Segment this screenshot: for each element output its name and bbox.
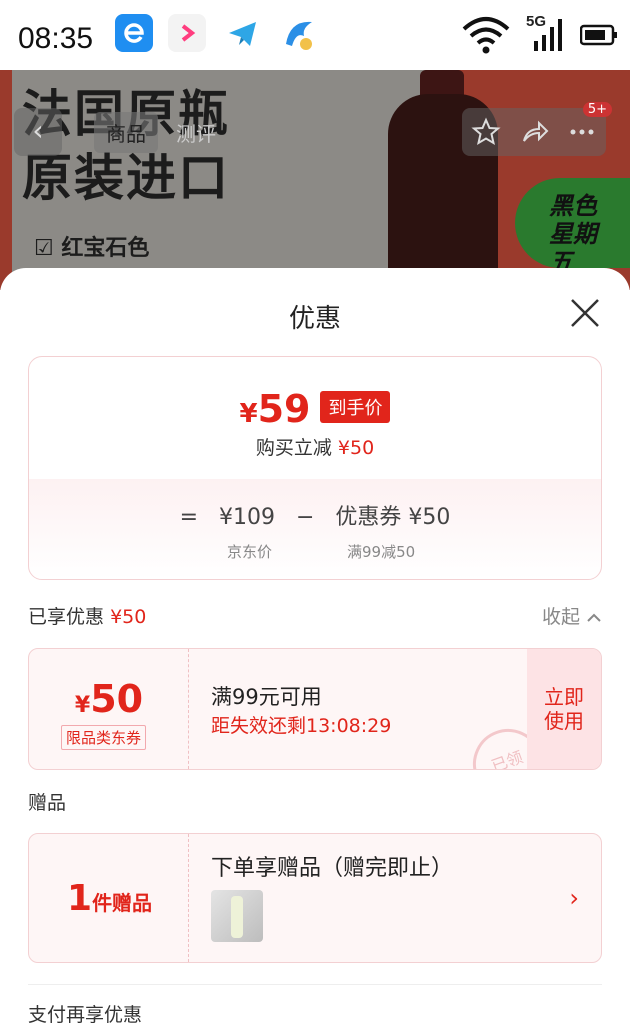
chevron-left-icon: ‹ — [32, 114, 44, 147]
enjoyed-label: 已享优惠 — [28, 606, 105, 628]
back-button[interactable]: ‹ — [14, 108, 62, 156]
promo-badge: 黑色星期五 — [515, 178, 630, 276]
gift-bottle-image — [231, 896, 243, 938]
final-price: ¥59 到手价 — [29, 387, 601, 431]
product-nav-bar: ‹ 商品 测评 5+ — [14, 102, 612, 156]
coupon-category-limit: 限品类东券 — [61, 725, 147, 750]
collapse-label: 收起 — [541, 606, 580, 628]
wifi-icon — [462, 17, 510, 54]
gift-header: 赠品 — [28, 792, 67, 814]
formula-equals: = — [179, 505, 199, 530]
star-icon[interactable] — [471, 117, 501, 147]
jd-price: ¥109 — [219, 505, 275, 530]
hero-check-text: 红宝石色 — [61, 236, 150, 261]
payment-discount-header: 支付再享优惠 — [28, 1004, 143, 1026]
share-icon[interactable] — [519, 117, 549, 147]
price-value: 59 — [257, 387, 311, 431]
reduction-amount: ¥50 — [337, 437, 375, 459]
dolphin-app-icon — [280, 14, 318, 52]
gift-count-unit: 件赠品 — [92, 891, 153, 915]
price-breakdown-card: ¥59 到手价 购买立减 ¥50 = ¥109 − 优惠券 ¥50 京东价 满99… — [28, 356, 602, 580]
enjoyed-discount-header: 已享优惠 ¥50 — [28, 602, 146, 629]
product-tabs: 商品 测评 — [94, 108, 228, 156]
gift-count-panel: 1件赠品 — [29, 834, 189, 962]
instant-reduction: 购买立减 ¥50 — [29, 433, 601, 460]
battery-icon — [580, 24, 617, 46]
reduction-label: 购买立减 — [255, 437, 332, 459]
use-coupon-button[interactable]: 立即 使用 — [527, 649, 601, 769]
checkbox-icon: ☑ — [34, 236, 62, 261]
coupon-value: 50 — [90, 677, 144, 721]
gift-thumbnail — [211, 890, 263, 942]
tab-review[interactable]: 测评 — [164, 112, 228, 153]
coupon-amount: ¥50 — [29, 677, 189, 721]
message-count-badge: 5+ — [582, 102, 612, 117]
coupon-card: ¥50 限品类东券 满99元可用 距失效还剩13:08:29 已领 立即 使用 — [28, 648, 602, 770]
video-app-icon — [168, 14, 206, 52]
status-bar: 08:35 5G — [0, 0, 630, 70]
cellular-signal-icon: 5G — [526, 13, 566, 55]
use-coupon-label-1: 立即 — [544, 685, 584, 709]
browser-app-icon — [115, 14, 153, 52]
jd-price-label: 京东价 — [227, 543, 273, 561]
price-currency: ¥ — [239, 399, 258, 429]
chevron-up-icon — [587, 613, 601, 622]
gift-count: 1件赠品 — [67, 878, 152, 919]
gift-count-number: 1 — [67, 878, 93, 919]
coupon-condition: 满99元可用 — [211, 685, 322, 709]
close-icon[interactable] — [568, 296, 602, 330]
final-price-tag: 到手价 — [320, 391, 391, 423]
coupon-expiry-countdown: 距失效还剩13:08:29 — [211, 715, 392, 737]
use-coupon-label-2: 使用 — [544, 709, 584, 733]
status-icons: 5G — [460, 12, 618, 58]
enjoyed-amount: ¥50 — [110, 606, 147, 628]
coupon-currency: ¥ — [74, 693, 91, 718]
discount-sheet: 优惠 ¥59 到手价 购买立减 ¥50 = ¥109 − 优惠券 ¥50 京东价 … — [0, 268, 630, 1028]
collapse-button[interactable]: 收起 — [542, 602, 602, 629]
coupon-value-panel: ¥50 限品类东券 — [29, 649, 189, 769]
product-hero-image: 法国原瓶 原装进口 ☑ 红宝石色 黑色星期五 — [0, 70, 630, 290]
hero-check-label: ☑ 红宝石色 — [34, 230, 149, 262]
section-divider — [28, 984, 602, 985]
formula-minus: − — [295, 505, 315, 530]
telegram-app-icon — [224, 14, 262, 52]
promo-badge-text: 黑色星期五 — [549, 192, 597, 276]
coupon-rule-label: 满99减50 — [347, 543, 416, 561]
gift-card[interactable]: 1件赠品 下单享赠品（赠完即止） › — [28, 833, 602, 963]
nav-actions: 5+ — [462, 102, 612, 156]
tab-product[interactable]: 商品 — [94, 111, 158, 153]
more-icon[interactable] — [567, 117, 597, 147]
chevron-right-icon: › — [569, 884, 579, 912]
status-time: 08:35 — [18, 22, 94, 55]
gift-title: 下单享赠品（赠完即止） — [211, 856, 454, 881]
coupon-deduction: 优惠券 ¥50 — [335, 505, 451, 530]
price-formula: = ¥109 − 优惠券 ¥50 — [29, 499, 601, 531]
sheet-title: 优惠 — [288, 304, 341, 334]
